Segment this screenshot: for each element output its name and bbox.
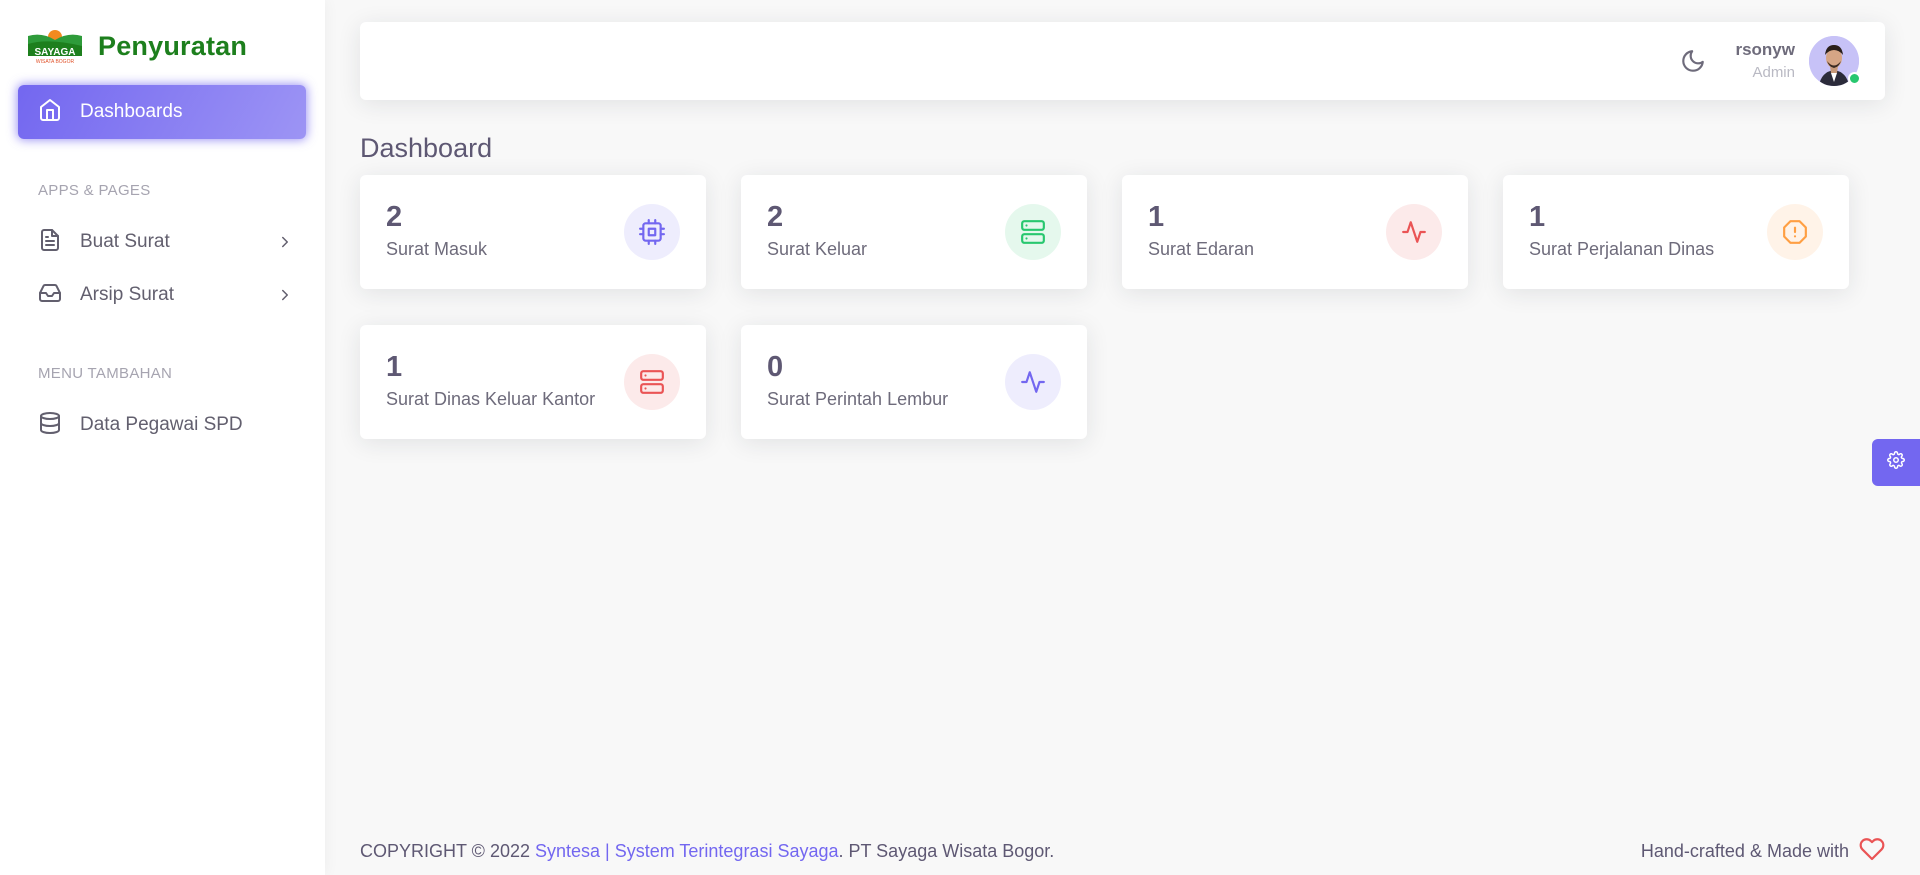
stat-card-surat-perintah-lembur[interactable]: 0 Surat Perintah Lembur: [741, 325, 1087, 439]
brand-name: Penyuratan: [98, 30, 248, 61]
settings-icon: [1887, 451, 1905, 474]
sidebar: SAYAGA WISATA BOGOR Penyuratan Dashboard…: [0, 0, 325, 875]
svg-text:WISATA BOGOR: WISATA BOGOR: [36, 59, 75, 64]
copyright-prefix: COPYRIGHT © 2022: [360, 841, 535, 861]
section-header-menu-tambahan: MENU TAMBAHAN: [38, 365, 173, 382]
stat-label: Surat Perintah Lembur: [767, 389, 949, 409]
stat-value: 2: [767, 201, 784, 233]
moon-icon[interactable]: [1680, 48, 1706, 79]
sidebar-item-label: Arsip Surat: [80, 284, 174, 305]
user-name[interactable]: rsonyw: [1735, 40, 1795, 60]
sidebar-item-label: Dashboards: [80, 101, 183, 122]
stat-card-surat-perjalanan-dinas[interactable]: 1 Surat Perjalanan Dinas: [1503, 175, 1849, 289]
stat-card-surat-dinas-keluar-kantor[interactable]: 1 Surat Dinas Keluar Kantor: [360, 325, 706, 439]
home-icon: [38, 98, 62, 127]
sidebar-item-data-pegawai-spd[interactable]: Data Pegawai SPD: [18, 402, 306, 448]
stat-label: Surat Dinas Keluar Kantor: [386, 389, 596, 409]
page-title: Dashboard: [360, 133, 493, 163]
stat-card-surat-masuk[interactable]: 2 Surat Masuk: [360, 175, 706, 289]
file-text-icon: [38, 228, 62, 257]
sidebar-item-dashboards[interactable]: Dashboards: [18, 85, 306, 139]
chevron-right-icon: [276, 286, 294, 309]
stat-value: 1: [386, 351, 403, 383]
stat-value: 1: [1148, 201, 1165, 233]
activity-icon: [1386, 204, 1442, 260]
svg-text:SAYAGA: SAYAGA: [35, 47, 76, 58]
stat-label: Surat Perjalanan Dinas: [1529, 239, 1715, 259]
footer-made-with: Hand-crafted & Made with: [1641, 836, 1885, 867]
chevron-right-icon: [276, 233, 294, 256]
user-role: Admin: [1752, 64, 1795, 81]
footer-link-syntesa[interactable]: Syntesa | System Terintegrasi Sayaga: [535, 841, 839, 861]
database-icon: [38, 411, 62, 440]
inbox-icon: [38, 281, 62, 310]
stat-value: 2: [386, 201, 403, 233]
customizer-toggle-button[interactable]: [1872, 439, 1920, 486]
stat-value: 0: [767, 351, 784, 383]
server-icon: [624, 354, 680, 410]
sidebar-item-label: Data Pegawai SPD: [80, 414, 243, 435]
sidebar-item-buat-surat[interactable]: Buat Surat: [18, 219, 306, 265]
stat-label: Surat Masuk: [386, 239, 488, 259]
online-status-dot: [1848, 72, 1861, 85]
section-header-apps: APPS & PAGES: [38, 182, 151, 199]
sidebar-item-arsip-surat[interactable]: Arsip Surat: [18, 272, 306, 318]
cpu-icon: [624, 204, 680, 260]
stat-label: Surat Keluar: [767, 239, 868, 259]
stat-card-surat-edaran[interactable]: 1 Surat Edaran: [1122, 175, 1468, 289]
stat-card-surat-keluar[interactable]: 2 Surat Keluar: [741, 175, 1087, 289]
alert-octagon-icon: [1767, 204, 1823, 260]
server-icon: [1005, 204, 1061, 260]
copyright-suffix: . PT Sayaga Wisata Bogor.: [838, 841, 1055, 861]
activity-icon: [1005, 354, 1061, 410]
footer-copyright: COPYRIGHT © 2022 Syntesa | System Terint…: [360, 841, 1054, 862]
top-navbar: rsonyw Admin: [360, 22, 1885, 100]
heart-icon: [1849, 836, 1885, 867]
sidebar-item-label: Buat Surat: [80, 231, 170, 252]
brand-logo: SAYAGA WISATA BOGOR: [28, 28, 82, 65]
brand-link[interactable]: SAYAGA WISATA BOGOR Penyuratan: [28, 28, 248, 65]
made-with-text: Hand-crafted & Made with: [1640, 841, 1849, 861]
stat-label: Surat Edaran: [1148, 239, 1255, 259]
stat-value: 1: [1529, 201, 1546, 233]
